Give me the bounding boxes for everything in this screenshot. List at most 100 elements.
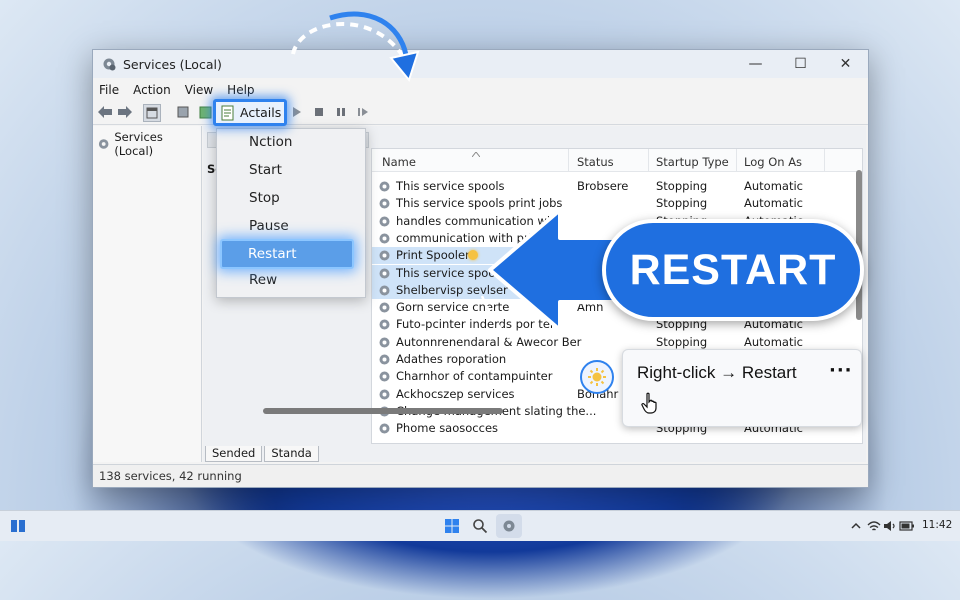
menu-view[interactable]: View <box>185 83 213 97</box>
service-name: This service spools print jobs <box>396 196 563 211</box>
service-startup-type: Stopping <box>656 196 708 211</box>
chevron-up-icon[interactable] <box>848 518 864 534</box>
more-icon[interactable]: ··· <box>829 360 853 381</box>
gear-icon <box>379 216 390 227</box>
menu-item-restart-label: Restart <box>248 246 297 262</box>
column-divider <box>736 149 737 171</box>
gear-icon <box>379 423 390 434</box>
stop-icon[interactable] <box>311 104 327 120</box>
gear-icon <box>379 181 390 192</box>
gear-icon <box>379 319 390 330</box>
gear-icon <box>379 250 390 261</box>
column-name[interactable]: Name <box>382 155 416 169</box>
clock: 11:42 <box>922 519 953 531</box>
volume-icon[interactable] <box>882 518 898 534</box>
start-menu-icon[interactable] <box>444 518 460 534</box>
tooltip-text: Right-click → Restart <box>637 363 797 382</box>
service-log-on-as: Automatic <box>744 196 803 211</box>
actails-toolbar-button[interactable]: Actails <box>213 99 287 126</box>
properties-icon[interactable] <box>175 104 191 120</box>
service-name: communication with printe <box>396 230 551 245</box>
gear-icon <box>379 389 390 400</box>
gear-icon <box>503 520 515 532</box>
taskbar: 11:42 <box>0 510 960 541</box>
wifi-icon[interactable] <box>866 518 882 534</box>
service-name: Adathes roporation <box>396 352 507 366</box>
menu-help[interactable]: Help <box>227 83 254 97</box>
service-name: Futo-pcinter inderds por tele <box>396 317 561 332</box>
tab-standard[interactable]: Standa <box>264 446 319 462</box>
service-log-on-as: Automatic <box>744 334 803 349</box>
service-name: Gorn service cnerte <box>396 300 510 315</box>
service-name: Shelbervisp sevlser <box>396 282 508 297</box>
gear-icon <box>379 337 390 348</box>
gear-icon <box>379 233 390 244</box>
gear-icon <box>379 285 390 296</box>
restart-callout-label: RESTART <box>629 245 837 294</box>
service-startup-type: Stopping <box>656 334 708 349</box>
column-status[interactable]: Status <box>577 155 614 169</box>
menu-item-rew[interactable]: Rew <box>249 272 277 288</box>
column-divider <box>824 149 825 171</box>
actails-label: Actails <box>240 105 282 120</box>
gear-icon <box>379 302 390 313</box>
gear-icon <box>379 198 390 209</box>
tree-item-services-local[interactable]: Services (Local) <box>97 130 201 158</box>
console-tree: Services (Local) <box>93 126 202 462</box>
menu-file[interactable]: File <box>99 83 119 97</box>
widgets-icon[interactable] <box>10 518 26 534</box>
gear-icon <box>379 371 390 382</box>
service-name: handles communication with <box>396 213 562 228</box>
menu-item-start[interactable]: Start <box>249 162 282 178</box>
column-divider <box>568 149 569 171</box>
service-name: This service spools <box>396 179 505 193</box>
cursor-hand-icon <box>641 392 657 414</box>
tab-extended[interactable]: Sended <box>205 446 263 462</box>
menu-item-action[interactable]: Nction <box>249 134 292 150</box>
table-row[interactable]: This service spools Brobsere Stopping Autom… <box>372 178 862 195</box>
status-bar: 138 services, 42 running <box>93 464 868 487</box>
service-name: Ackhocszep services <box>396 386 515 401</box>
forward-icon[interactable] <box>117 104 133 120</box>
service-name: This service spool <box>396 265 499 280</box>
service-name: Charnhor of contampuinter <box>396 369 553 384</box>
service-log-on-as: Automatic <box>744 179 803 193</box>
toolbar <box>93 100 868 125</box>
gear-icon <box>379 354 390 365</box>
refresh-icon[interactable] <box>197 104 213 120</box>
service-status: Amh <box>577 300 604 315</box>
gear-icon <box>379 268 390 278</box>
column-log-on-as[interactable]: Log On As <box>744 155 802 169</box>
instruction-tooltip: Right-click → Restart ··· <box>622 349 862 427</box>
service-name: Print Spooler <box>396 248 470 263</box>
sun-icon <box>468 250 478 261</box>
maximize-button[interactable]: ☐ <box>778 50 823 78</box>
app-gear-icon <box>103 58 116 71</box>
battery-icon[interactable] <box>899 518 915 534</box>
search-icon[interactable] <box>472 518 488 534</box>
title-bar: Services (Local) — ☐ ✕ <box>93 50 868 78</box>
menu-action[interactable]: Action <box>133 83 171 97</box>
menu-item-restart[interactable]: Restart <box>220 239 354 269</box>
pause-icon[interactable] <box>333 104 349 120</box>
console-tree-icon[interactable] <box>143 104 161 122</box>
column-startup-type[interactable]: Startup Type <box>656 155 729 169</box>
menu-item-pause[interactable]: Pause <box>249 218 289 234</box>
service-name: Phome saosocces <box>396 421 499 436</box>
document-icon <box>221 105 234 120</box>
service-status: Brobsere <box>577 179 629 193</box>
sun-icon <box>580 360 614 394</box>
table-row[interactable]: This service spools print jobs Stopping Au… <box>372 195 862 212</box>
horizontal-scrollbar[interactable] <box>263 408 503 414</box>
minimize-button[interactable]: — <box>733 50 778 78</box>
resume-icon[interactable] <box>355 104 371 120</box>
back-icon[interactable] <box>97 104 113 120</box>
tree-item-label: Services (Local) <box>114 130 163 158</box>
service-startup-type: Stopping <box>656 179 708 193</box>
close-button[interactable]: ✕ <box>823 50 868 78</box>
services-taskbar-button[interactable] <box>496 514 522 538</box>
play-icon[interactable] <box>289 104 305 120</box>
menu-item-stop[interactable]: Stop <box>249 190 280 206</box>
service-name: Autonnrenendaral & Awecor Ber <box>396 334 582 349</box>
sort-arrow-icon <box>472 152 480 157</box>
